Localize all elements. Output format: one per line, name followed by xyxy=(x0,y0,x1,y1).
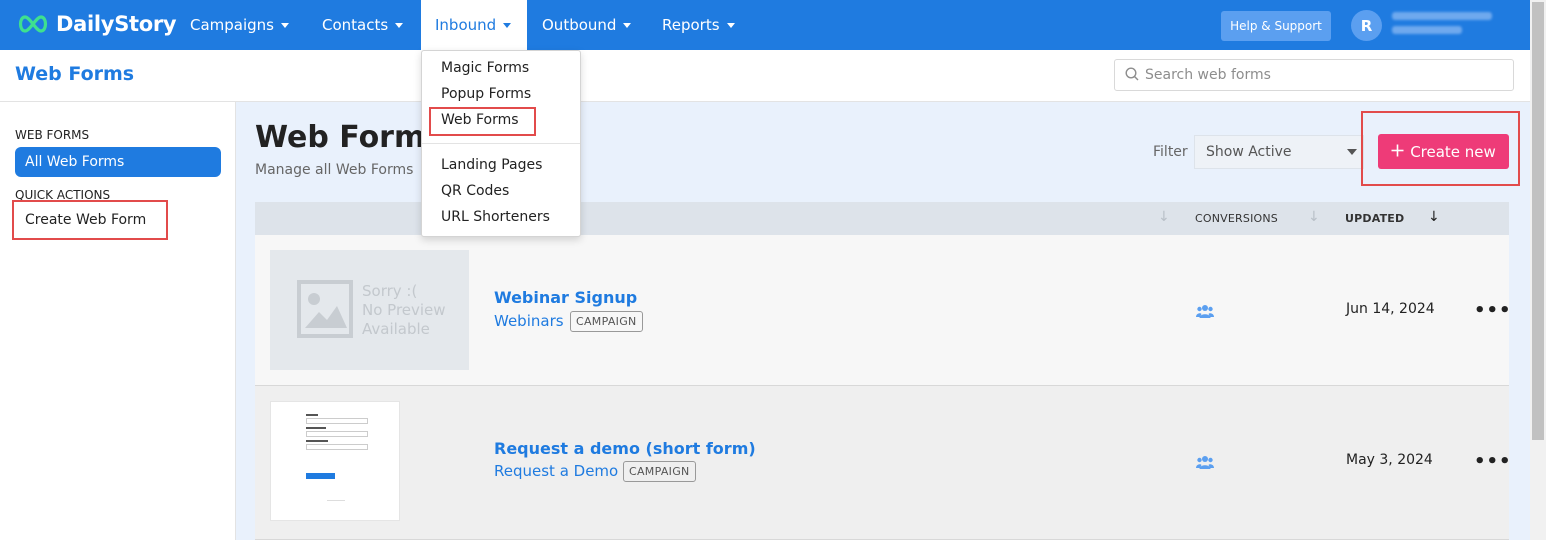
menu-item-magic-forms[interactable]: Magic Forms xyxy=(441,60,529,76)
menu-item-landing-pages[interactable]: Landing Pages xyxy=(441,157,542,173)
nav-inbound-label: Inbound xyxy=(435,16,497,34)
avatar[interactable]: R xyxy=(1351,10,1382,41)
campaign-badge: CAMPAIGN xyxy=(623,461,696,482)
nav-contacts[interactable]: Contacts xyxy=(308,0,417,50)
thumb-label-line xyxy=(306,440,328,442)
page-title: Web Forms xyxy=(15,63,135,85)
sort-arrow-icon[interactable]: ↓ xyxy=(1158,209,1170,225)
main-title: Web Forms xyxy=(255,120,444,155)
chevron-down-icon xyxy=(726,22,735,28)
sidebar-item-create-web-form[interactable]: Create Web Form xyxy=(12,200,168,240)
table-row[interactable] xyxy=(255,386,1509,540)
main-subtitle: Manage all Web Forms xyxy=(255,162,414,178)
logo[interactable]: DailyStory xyxy=(16,12,177,36)
thumb-footer-line xyxy=(327,500,345,501)
nav-inbound[interactable]: Inbound xyxy=(421,0,527,50)
create-new-label: Create new xyxy=(1410,142,1496,161)
nav-reports[interactable]: Reports xyxy=(648,0,749,50)
infinity-logo-icon xyxy=(16,12,50,36)
nav-outbound[interactable]: Outbound xyxy=(528,0,645,50)
column-updated[interactable]: UPDATED xyxy=(1345,212,1404,225)
user-name-blurred[interactable] xyxy=(1392,12,1502,38)
form-title-link[interactable]: Webinar Signup xyxy=(494,288,637,307)
users-icon[interactable] xyxy=(1196,454,1214,469)
no-preview-text: Sorry :( No Preview Available xyxy=(362,282,446,339)
logo-text: DailyStory xyxy=(56,12,177,36)
menu-item-url-shorteners[interactable]: URL Shorteners xyxy=(441,209,550,225)
nav-campaigns[interactable]: Campaigns xyxy=(176,0,303,50)
preview-thumbnail[interactable] xyxy=(270,401,400,521)
search-icon xyxy=(1125,66,1139,85)
thumb-input-box xyxy=(306,444,368,450)
dropdown-arrow-icon xyxy=(1347,149,1357,155)
no-preview-line: No Preview xyxy=(362,301,446,319)
web-forms-highlight xyxy=(429,107,536,136)
sort-arrow-icon[interactable]: ↓ xyxy=(1308,209,1320,225)
menu-divider xyxy=(422,143,580,144)
no-preview-line: Sorry :( xyxy=(362,282,418,300)
chevron-down-icon xyxy=(623,22,632,28)
nav-campaigns-label: Campaigns xyxy=(190,16,275,34)
more-options-icon[interactable]: ••• xyxy=(1474,300,1512,321)
scrollbar-thumb[interactable] xyxy=(1532,2,1544,440)
users-icon[interactable] xyxy=(1196,303,1214,318)
nav-outbound-label: Outbound xyxy=(542,16,617,34)
column-conversions[interactable]: CONVERSIONS xyxy=(1195,212,1278,225)
search-input[interactable] xyxy=(1145,67,1505,83)
chevron-down-icon xyxy=(503,22,512,28)
filter-select[interactable]: Show Active xyxy=(1194,135,1364,169)
thumb-label-line xyxy=(306,427,326,429)
filter-label: Filter xyxy=(1153,144,1188,160)
campaign-link[interactable]: Webinars xyxy=(494,312,564,330)
thumb-submit-button xyxy=(306,473,335,479)
thumb-label-line xyxy=(306,414,318,416)
menu-item-qr-codes[interactable]: QR Codes xyxy=(441,183,509,199)
thumb-input-box xyxy=(306,418,368,424)
thumb-input-box xyxy=(306,431,368,437)
search-box[interactable] xyxy=(1114,59,1514,91)
no-preview-line: Available xyxy=(362,320,430,338)
filter-value: Show Active xyxy=(1206,144,1292,160)
campaign-link[interactable]: Request a Demo xyxy=(494,462,618,480)
sidebar-item-all-web-forms[interactable]: All Web Forms xyxy=(15,147,221,177)
campaign-badge: CAMPAIGN xyxy=(570,311,643,332)
plus-icon xyxy=(1391,143,1404,161)
image-placeholder-icon xyxy=(297,280,353,338)
sidebar-heading-web-forms: WEB FORMS xyxy=(15,128,90,142)
chevron-down-icon xyxy=(395,22,404,28)
menu-item-popup-forms[interactable]: Popup Forms xyxy=(441,86,531,102)
create-new-button[interactable]: Create new xyxy=(1378,134,1509,169)
sort-arrow-icon[interactable]: ↓ xyxy=(1428,209,1440,225)
nav-contacts-label: Contacts xyxy=(322,16,389,34)
help-support-button[interactable]: Help & Support xyxy=(1221,11,1331,41)
updated-date: May 3, 2024 xyxy=(1346,452,1433,468)
updated-date: Jun 14, 2024 xyxy=(1346,301,1435,317)
more-options-icon[interactable]: ••• xyxy=(1474,451,1512,472)
form-title-link[interactable]: Request a demo (short form) xyxy=(494,439,756,458)
nav-reports-label: Reports xyxy=(662,16,720,34)
chevron-down-icon xyxy=(281,22,290,28)
